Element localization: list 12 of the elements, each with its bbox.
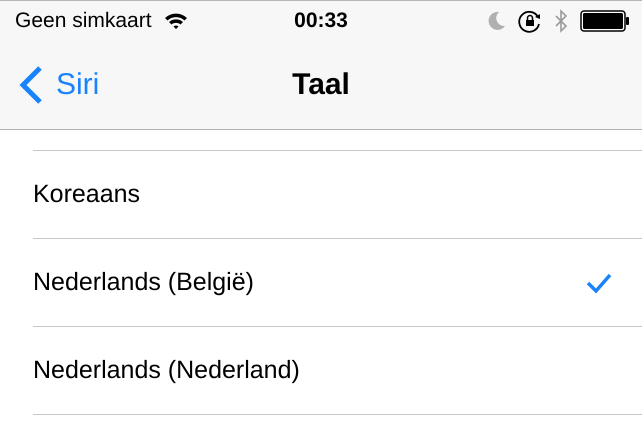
language-option[interactable]: Nederlands (België) [33,239,642,327]
moon-icon [488,11,506,31]
clock-time: 00:33 [294,9,348,33]
language-option[interactable]: Nederlands (Nederland) [33,327,642,415]
battery-icon [580,10,630,32]
chevron-icon [18,65,44,105]
carrier-name: Geen simkaart [15,9,152,33]
language-option[interactable]: Koreaans [33,151,642,239]
screen-title: Taal [292,68,350,102]
bluetooth-icon [554,9,568,33]
wifi-icon [164,12,188,30]
rotation-lock-icon [518,9,542,33]
